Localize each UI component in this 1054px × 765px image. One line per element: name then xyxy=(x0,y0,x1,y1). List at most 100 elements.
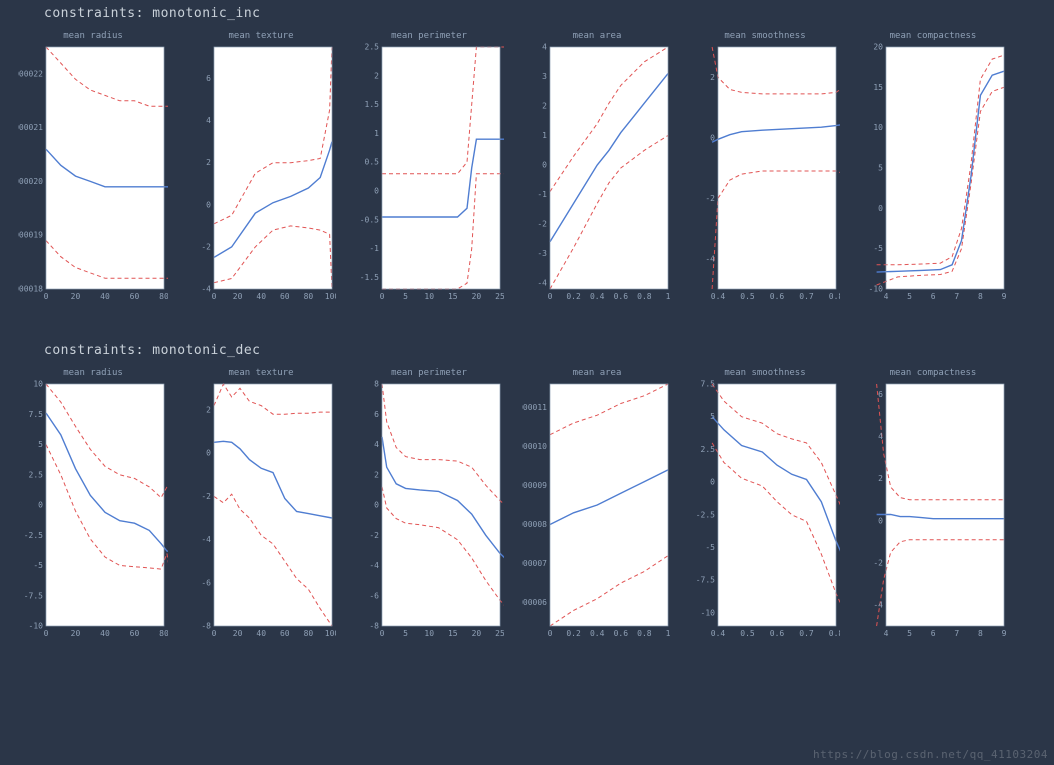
chart-title: mean area xyxy=(573,31,622,41)
svg-text:7: 7 xyxy=(954,629,959,638)
svg-text:6: 6 xyxy=(931,629,936,638)
svg-text:-2: -2 xyxy=(873,558,883,567)
chart-svg: -4-20246020406080100 xyxy=(186,43,336,303)
chart-svg: 0.0000180.0000190.0000200.0000210.000022… xyxy=(18,43,168,303)
svg-text:0.4: 0.4 xyxy=(711,292,726,301)
svg-text:-6: -6 xyxy=(369,591,379,600)
svg-text:-7.5: -7.5 xyxy=(696,576,715,585)
svg-text:80: 80 xyxy=(304,629,314,638)
chart-panel: mean perimeter -8-6-4-2024680510152025 xyxy=(354,368,504,640)
svg-text:1.5: 1.5 xyxy=(365,100,380,109)
svg-text:4: 4 xyxy=(878,432,883,441)
svg-text:0.8: 0.8 xyxy=(637,292,652,301)
chart-panel: mean smoothness -4-2020.40.50.60.70.8 xyxy=(690,31,840,303)
svg-text:-4: -4 xyxy=(873,601,883,610)
svg-text:0: 0 xyxy=(878,204,883,213)
chart-svg: -4-20246456789 xyxy=(858,380,1008,640)
svg-text:-10: -10 xyxy=(869,285,884,294)
svg-text:0.4: 0.4 xyxy=(590,292,605,301)
svg-text:0: 0 xyxy=(542,161,547,170)
svg-text:-2.5: -2.5 xyxy=(24,531,43,540)
svg-text:0.8: 0.8 xyxy=(829,629,840,638)
svg-text:6: 6 xyxy=(374,410,379,419)
chart-svg: -1.5-1-0.500.511.522.50510152025 xyxy=(354,43,504,303)
svg-text:80: 80 xyxy=(304,292,314,301)
svg-text:0: 0 xyxy=(212,292,217,301)
svg-text:2.5: 2.5 xyxy=(701,445,716,454)
svg-text:0.2: 0.2 xyxy=(566,292,581,301)
chart-svg: -4-3-2-10123400.20.40.60.81 xyxy=(522,43,672,303)
svg-text:4: 4 xyxy=(542,43,547,52)
svg-text:7: 7 xyxy=(954,292,959,301)
svg-text:0.8: 0.8 xyxy=(637,629,652,638)
svg-text:0: 0 xyxy=(548,629,553,638)
chart-title: mean texture xyxy=(228,368,293,378)
svg-text:6: 6 xyxy=(931,292,936,301)
figure-page: { "sections": [ {"label":"constraints: m… xyxy=(0,0,1054,765)
chart-svg: -8-6-4-2024680510152025 xyxy=(354,380,504,640)
svg-text:2: 2 xyxy=(374,470,379,479)
svg-text:0: 0 xyxy=(44,629,49,638)
chart-title: mean radius xyxy=(63,31,123,41)
svg-text:-8: -8 xyxy=(369,622,379,631)
svg-text:-4: -4 xyxy=(201,535,211,544)
svg-text:5: 5 xyxy=(907,629,912,638)
svg-text:0.000008: 0.000008 xyxy=(522,520,547,529)
svg-text:0: 0 xyxy=(206,200,211,209)
chart-panel: mean texture -4-20246020406080100 xyxy=(186,31,336,303)
svg-text:2: 2 xyxy=(878,474,883,483)
svg-text:20: 20 xyxy=(472,292,482,301)
chart-panel: mean perimeter -1.5-1-0.500.511.522.5051… xyxy=(354,31,504,303)
svg-text:0.5: 0.5 xyxy=(365,158,380,167)
svg-text:0.6: 0.6 xyxy=(614,292,629,301)
chart-svg: -4-2020.40.50.60.70.8 xyxy=(690,43,840,303)
svg-text:0: 0 xyxy=(878,516,883,525)
chart-svg: -8-6-4-202020406080100 xyxy=(186,380,336,640)
svg-text:1: 1 xyxy=(374,129,379,138)
svg-text:80: 80 xyxy=(159,292,168,301)
svg-text:0.000010: 0.000010 xyxy=(522,442,547,451)
svg-text:0.5: 0.5 xyxy=(740,292,755,301)
svg-text:60: 60 xyxy=(130,292,140,301)
svg-text:60: 60 xyxy=(280,629,290,638)
chart-svg: -10-7.5-5-2.502.557.510020406080 xyxy=(18,380,168,640)
chart-svg: -10-505101520456789 xyxy=(858,43,1008,303)
svg-text:2: 2 xyxy=(206,405,211,414)
chart-title: mean smoothness xyxy=(724,368,805,378)
svg-text:0: 0 xyxy=(380,629,385,638)
svg-text:-4: -4 xyxy=(537,279,547,288)
svg-text:5: 5 xyxy=(710,412,715,421)
svg-text:25: 25 xyxy=(495,292,504,301)
svg-text:0.7: 0.7 xyxy=(799,292,814,301)
chart-row-dec: mean radius -10-7.5-5-2.502.557.51002040… xyxy=(0,358,1054,640)
svg-text:-3: -3 xyxy=(537,249,547,258)
chart-title: mean area xyxy=(573,368,622,378)
svg-text:-1: -1 xyxy=(369,244,379,253)
chart-title: mean perimeter xyxy=(391,31,467,41)
svg-text:0: 0 xyxy=(206,449,211,458)
svg-text:5: 5 xyxy=(403,629,408,638)
svg-text:100: 100 xyxy=(325,292,336,301)
svg-text:0: 0 xyxy=(374,187,379,196)
svg-text:2: 2 xyxy=(206,158,211,167)
svg-text:40: 40 xyxy=(100,629,110,638)
chart-title: mean perimeter xyxy=(391,368,467,378)
svg-text:0.000020: 0.000020 xyxy=(18,177,43,186)
svg-text:8: 8 xyxy=(978,292,983,301)
chart-svg: 0.0000060.0000070.0000080.0000090.000010… xyxy=(522,380,672,640)
chart-panel: mean radius -10-7.5-5-2.502.557.51002040… xyxy=(18,368,168,640)
svg-text:25: 25 xyxy=(495,629,504,638)
svg-text:0.4: 0.4 xyxy=(590,629,605,638)
svg-text:60: 60 xyxy=(130,629,140,638)
svg-text:10: 10 xyxy=(424,629,434,638)
svg-text:5: 5 xyxy=(907,292,912,301)
svg-text:-1.5: -1.5 xyxy=(360,273,379,282)
svg-text:80: 80 xyxy=(159,629,168,638)
svg-text:-4: -4 xyxy=(369,561,379,570)
svg-text:0.8: 0.8 xyxy=(829,292,840,301)
svg-text:0: 0 xyxy=(380,292,385,301)
svg-text:0: 0 xyxy=(548,292,553,301)
svg-text:9: 9 xyxy=(1002,292,1007,301)
svg-text:8: 8 xyxy=(374,380,379,389)
chart-panel: mean smoothness -10-7.5-5-2.502.557.50.4… xyxy=(690,368,840,640)
